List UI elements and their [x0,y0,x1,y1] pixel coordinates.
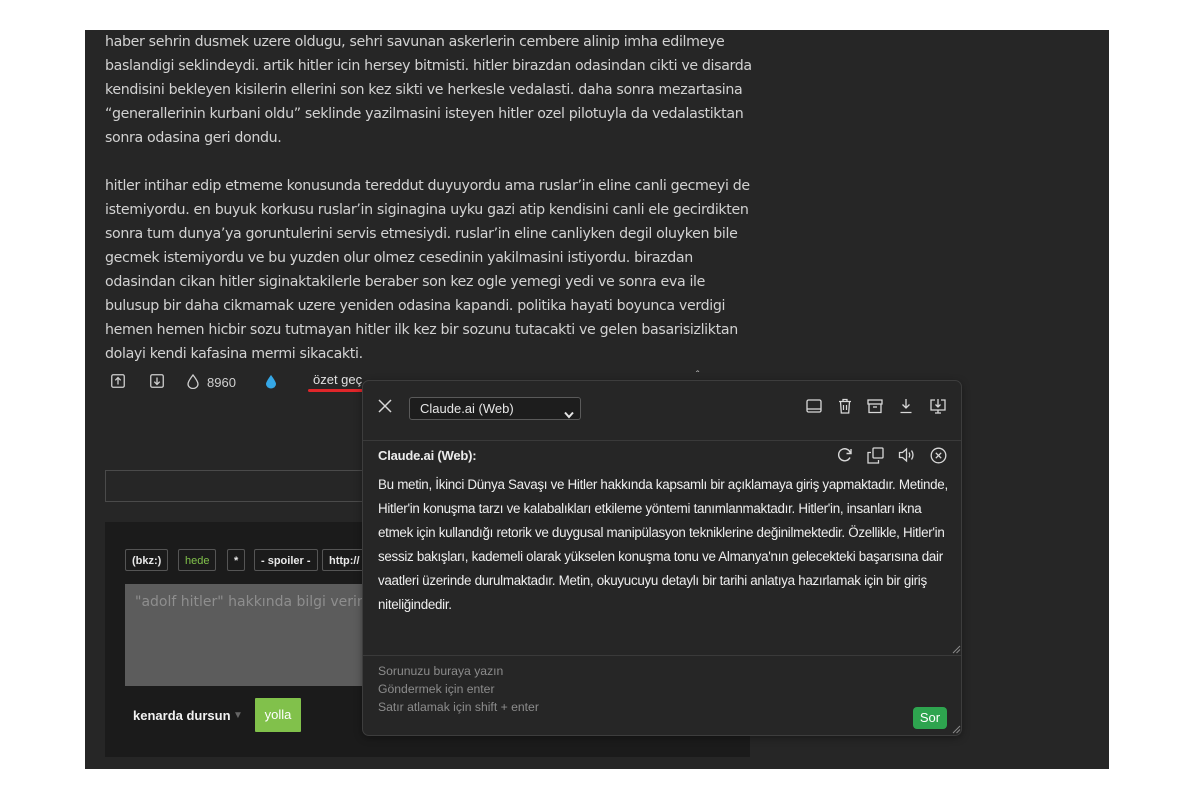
send-button[interactable]: yolla [255,698,301,732]
link-button[interactable]: http:// [322,549,367,571]
download-icon[interactable] [899,398,913,419]
asterisk-button[interactable]: * [227,549,246,571]
entry-textarea[interactable]: "adolf hitler" hakkında bilgi verin [125,584,385,686]
ask-button[interactable]: Sor [913,707,947,729]
trash-icon[interactable] [838,398,852,419]
input-hint: Göndermek için enter [378,682,495,696]
drop-outline-icon[interactable] [187,374,199,389]
arrow-down-box-icon[interactable] [150,374,164,388]
speaker-icon[interactable] [898,447,916,468]
answer-text: Bu metin, İkinci Dünya Savaşı ve Hitler … [378,477,948,612]
close-icon[interactable] [377,398,393,419]
summary-underline [308,389,366,392]
summary-link[interactable]: özet geç [313,372,362,387]
archive-icon[interactable] [867,398,883,419]
entry-paragraph: hitler intihar edip etmeme konusunda ter… [105,178,750,362]
favorite-count: 8960 [207,375,236,390]
chevron-down-icon[interactable]: ▼ [233,710,243,721]
entry-content: haber sehrin dusmek uzere oldugu, sehri … [105,30,755,390]
window-icon[interactable] [806,398,822,419]
circle-x-icon[interactable] [930,447,947,469]
search-box[interactable] [105,470,387,502]
copy-icon[interactable] [867,447,884,469]
bkz-button[interactable]: (bkz:) [125,549,169,571]
panel-divider [363,655,961,656]
model-select[interactable]: Claude.ai (Web) [409,397,581,420]
resize-grip-icon[interactable] [952,645,961,654]
ai-summary-panel: Claude.ai (Web) Claude.ai (Web): Bu meti… [362,380,962,736]
refresh-icon[interactable] [837,447,853,468]
input-hint: Satır atlamak için shift + enter [378,700,539,714]
hede-button[interactable]: hede [178,549,217,571]
draft-button[interactable]: kenarda dursun [133,708,231,723]
resize-grip-icon[interactable] [952,725,961,734]
answer-title: Claude.ai (Web): [378,448,477,463]
arrow-up-box-icon[interactable] [111,374,125,388]
chevron-down-icon [564,404,574,425]
spoiler-button[interactable]: - spoiler - [254,549,318,571]
drop-filled-icon[interactable] [265,374,277,389]
input-hint: Sorunuzu buraya yazın [378,664,504,678]
entry-paragraph: haber sehrin dusmek uzere oldugu, sehri … [105,34,752,146]
download-screen-icon[interactable] [929,398,947,420]
panel-header: Claude.ai (Web) [363,381,961,441]
model-select-value: Claude.ai (Web) [420,401,514,416]
